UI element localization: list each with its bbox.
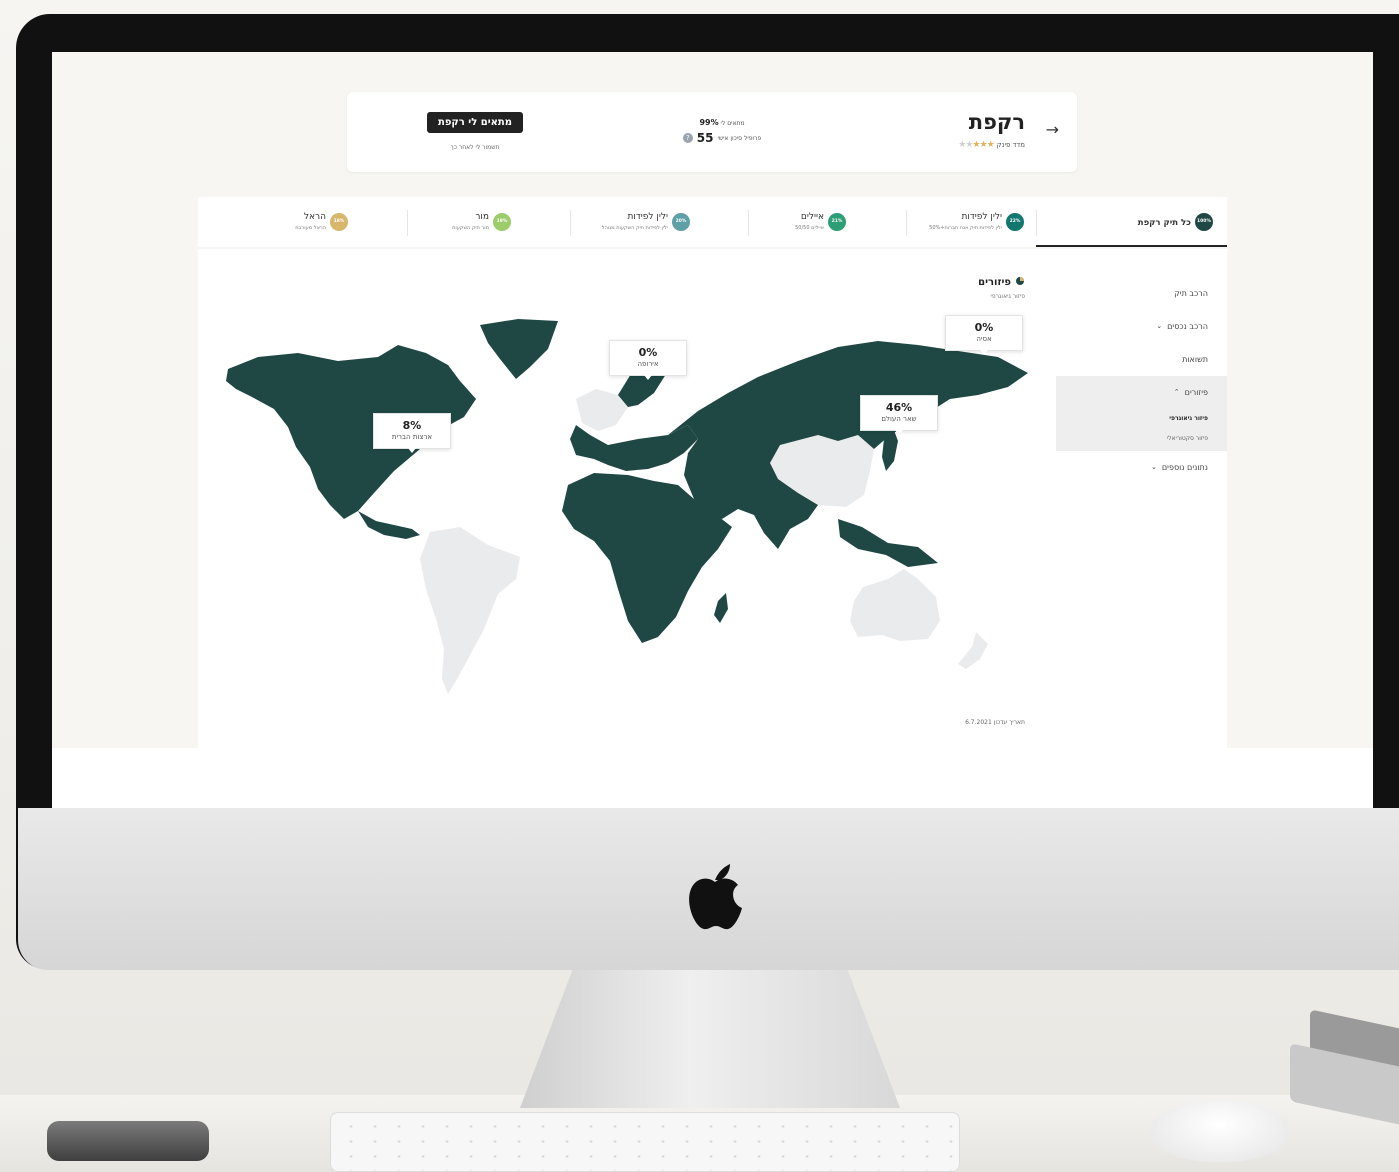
region-percent: 8% (402, 419, 422, 432)
risk-value: 55 (696, 131, 714, 145)
nav-sub-geo[interactable]: פיזור גיאוגרפי (1056, 409, 1227, 429)
track-desc: ילין לפידות תיק אגח חברות+50% (929, 225, 1002, 231)
match-fund-button[interactable]: מתאים לי רקפת (427, 112, 523, 133)
rating-label: מדד פינק (996, 141, 1025, 149)
track-desc: ילין לפידות תיק השקעות מנוהל (601, 225, 668, 231)
map-new-zealand (958, 632, 988, 669)
track-name: ילין לפידות (961, 212, 1002, 222)
match-value: 99% (699, 118, 719, 127)
save-for-later-link[interactable]: תשמור לי לאחר כך (427, 144, 523, 151)
track-name: איילים (800, 212, 824, 222)
fund-rating: מדד פינק ★★★★★ (958, 140, 1025, 150)
book-stack (1290, 1009, 1399, 1130)
update-date: תאריך עדכון 6.7.2021 (965, 719, 1025, 726)
tab-all-tracks[interactable]: 100% כל תיק רקפת (1123, 211, 1213, 235)
section-subtitle: פיזור גיאוגרפי (990, 293, 1025, 300)
region-tooltip-rest-of-world: 46% שאר העולם (860, 395, 938, 435)
track-name: מור (475, 212, 489, 222)
region-name: שאר העולם (881, 415, 917, 423)
region-percent: 0% (638, 346, 658, 359)
track-desc: הראל מעורבת (295, 225, 326, 231)
track-desc: איילים 50/50 (795, 225, 824, 231)
imac-stand (520, 968, 900, 1108)
app-screen: → רקפת מדד פינק ★★★★★ מתאים לי 99% פרופי… (52, 52, 1373, 808)
map-south-america (420, 527, 520, 694)
fund-title: רקפת (968, 110, 1025, 134)
chevron-up-icon: ⌃ (1173, 388, 1180, 396)
region-tooltip-asia: 0% אסיה (945, 315, 1023, 355)
map-madagascar (714, 593, 728, 623)
tab-track-mor[interactable]: 19% מור מור תיק השקעות (431, 211, 511, 235)
screen-footer-area (52, 748, 1373, 808)
track-badge: 22% (1006, 213, 1024, 231)
track-badge: 20% (672, 213, 690, 231)
track-name: ילין לפידות (627, 212, 668, 222)
nav-item-diversification[interactable]: פיזורים ⌃ (1056, 376, 1227, 409)
region-percent: 46% (885, 401, 913, 414)
match-info: מתאים לי 99% פרופיל סיכון אישי 55 ? (637, 118, 807, 145)
region-name: ארצות הברית (391, 433, 433, 441)
star-rating-icon: ★★★★★ (958, 140, 994, 150)
map-australia (850, 569, 940, 641)
nav-item-returns[interactable]: תשואות (1056, 343, 1227, 376)
track-badge: 19% (493, 213, 511, 231)
region-tooltip-usa: 8% ארצות הברית (373, 413, 451, 453)
pie-chart-icon (1015, 276, 1025, 289)
nav-sub-sector[interactable]: פיזור סקטוריאלי (1056, 429, 1227, 449)
tab-track-harel[interactable]: 18% הראל הראל מעורבת (278, 211, 348, 235)
nav-item-assets[interactable]: הרכב נכסים ⌄ (1056, 310, 1227, 343)
apple-logo-icon (689, 864, 742, 930)
map-central-america (358, 511, 420, 539)
track-name: הראל (303, 212, 326, 222)
map-southeast-asia (838, 519, 938, 567)
track-name: כל תיק רקפת (1137, 218, 1191, 228)
region-name: אסיה (976, 335, 992, 343)
active-tab-indicator (1036, 245, 1227, 247)
nav-group-diversification: פיזורים ⌃ פיזור גיאוגרפי פיזור סקטוריאלי (1056, 376, 1227, 451)
region-percent: 0% (974, 321, 994, 334)
question-icon[interactable]: ? (682, 133, 693, 143)
match-label: מתאים לי (720, 120, 745, 127)
chevron-down-icon: ⌄ (1150, 463, 1157, 471)
mouse (1150, 1100, 1290, 1162)
phone (47, 1121, 209, 1161)
chevron-down-icon: ⌄ (1156, 322, 1163, 330)
fund-header-card: → רקפת מדד פינק ★★★★★ מתאים לי 99% פרופי… (347, 92, 1077, 172)
region-name: אירופה (637, 360, 659, 368)
tracks-bar: 100% כל תיק רקפת 22% ילין לפידות ילין לפ… (198, 197, 1227, 247)
section-title: פיזורים (978, 276, 1025, 289)
map-europe (570, 425, 698, 471)
track-badge: 18% (330, 213, 348, 231)
main-content-card: 0% אסיה 0% אירופה 46% שאר העולם 8% ארצות… (198, 249, 1227, 748)
region-tooltip-europe: 0% אירופה (609, 340, 687, 380)
arrow-right-icon[interactable]: → (1046, 120, 1059, 139)
track-badge: 21% (828, 213, 846, 231)
side-navigation: הרכב תיק הרכב נכסים ⌄ תשואות פיזורים ⌃ פיז… (1056, 277, 1227, 484)
track-badge: 100% (1195, 213, 1213, 231)
nav-item-portfolio[interactable]: הרכב תיק (1056, 277, 1227, 310)
map-greenland (480, 319, 558, 379)
keyboard (330, 1112, 960, 1172)
tab-track-ayalim[interactable]: 21% איילים איילים 50/50 (776, 211, 846, 235)
risk-label: פרופיל סיכון אישי (717, 134, 762, 142)
track-desc: מור תיק השקעות (452, 225, 489, 231)
tab-track-yelin-1[interactable]: 22% ילין לפידות ילין לפידות תיק אגח חברו… (884, 211, 1024, 235)
tab-track-yelin-2[interactable]: 20% ילין לפידות ילין לפידות תיק השקעות מ… (560, 211, 690, 235)
nav-item-more[interactable]: נתונים נוספים ⌄ (1056, 451, 1227, 484)
